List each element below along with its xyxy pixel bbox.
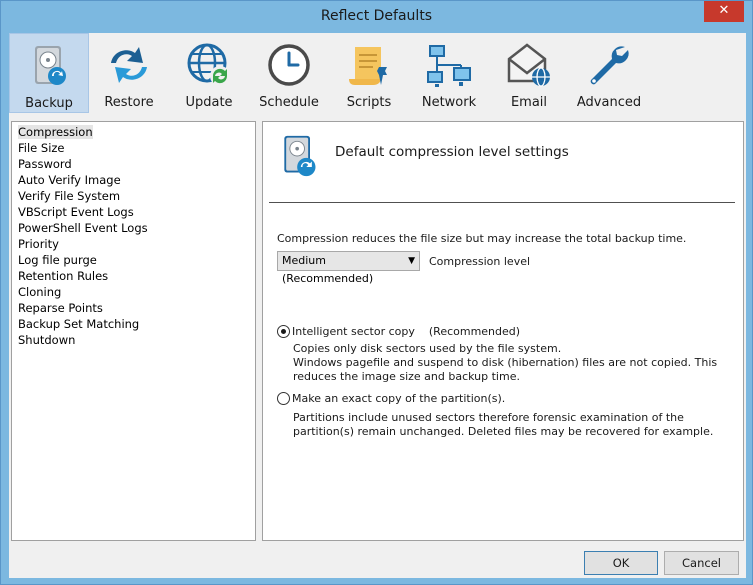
radio-label: Intelligent sector copy xyxy=(292,325,415,338)
tree-item-password[interactable]: Password xyxy=(12,156,255,172)
toolbar-backup[interactable]: Backup xyxy=(9,33,89,113)
toolbar-label: Schedule xyxy=(259,95,319,110)
tree-item-reparse-points[interactable]: Reparse Points xyxy=(12,300,255,316)
toolbar-label: Advanced xyxy=(576,95,642,110)
toolbar-label: Backup xyxy=(25,96,73,111)
dialog-window: Reflect Defaults ✕ Backup Restore Update… xyxy=(0,0,753,585)
tree-item-file-size[interactable]: File Size xyxy=(12,140,255,156)
tree-item-priority[interactable]: Priority xyxy=(12,236,255,252)
email-envelope-icon xyxy=(505,41,553,89)
radio-label: Make an exact copy of the partition(s). xyxy=(292,392,506,405)
backup-disk-icon xyxy=(277,132,321,180)
tree-item-backup-set-matching[interactable]: Backup Set Matching xyxy=(12,316,255,332)
restore-arrows-icon xyxy=(105,41,153,89)
toolbar-update[interactable]: Update xyxy=(169,33,249,113)
toolbar-restore[interactable]: Restore xyxy=(89,33,169,113)
toolbar-label: Network xyxy=(421,95,477,110)
toolbar-label: Scripts xyxy=(346,95,392,110)
tree-item-verify-file-system[interactable]: Verify File System xyxy=(12,188,255,204)
wrench-icon xyxy=(585,41,633,89)
chevron-down-icon: ▼ xyxy=(408,256,415,266)
close-button[interactable]: ✕ xyxy=(704,1,744,22)
panel-title: Default compression level settings xyxy=(335,144,569,160)
tree-item-auto-verify-image[interactable]: Auto Verify Image xyxy=(12,172,255,188)
intelligent-copy-desc-1: Copies only disk sectors used by the fil… xyxy=(293,342,562,355)
toolbar-label: Email xyxy=(510,95,548,110)
toolbar-label: Restore xyxy=(104,95,154,110)
recommended-note: (Recommended) xyxy=(428,325,521,338)
network-icon xyxy=(425,41,473,89)
tree-item-retention-rules[interactable]: Retention Rules xyxy=(12,268,255,284)
tree-item-shutdown[interactable]: Shutdown xyxy=(12,332,255,348)
cancel-button[interactable]: Cancel xyxy=(664,551,739,575)
exact-copy-desc: Partitions include unused sectors theref… xyxy=(293,411,714,438)
radio-button-checked[interactable] xyxy=(277,325,290,338)
compression-description: Compression reduces the file size but ma… xyxy=(277,232,687,245)
panel-divider xyxy=(269,202,735,203)
ok-button[interactable]: OK xyxy=(584,551,658,575)
toolbar-scripts[interactable]: Scripts xyxy=(329,33,409,113)
toolbar-schedule[interactable]: Schedule xyxy=(249,33,329,113)
category-toolbar: Backup Restore Update Schedule Scripts N… xyxy=(9,33,746,115)
script-scroll-icon xyxy=(345,41,393,89)
radio-button[interactable] xyxy=(277,392,290,405)
clock-icon xyxy=(265,41,313,89)
compression-level-value: Medium (Recommended) xyxy=(282,254,374,285)
toolbar-email[interactable]: Email xyxy=(489,33,569,113)
update-globe-icon xyxy=(185,41,233,89)
toolbar-network[interactable]: Network xyxy=(409,33,489,113)
compression-level-select[interactable]: Medium (Recommended) ▼ xyxy=(277,251,420,285)
dialog-client: Backup Restore Update Schedule Scripts N… xyxy=(9,33,746,578)
title-bar: Reflect Defaults ✕ xyxy=(1,1,752,33)
dialog-buttons: OK Cancel xyxy=(9,541,746,578)
settings-tree: Compression File Size Password Auto Veri… xyxy=(11,121,256,541)
tree-item-log-file-purge[interactable]: Log file purge xyxy=(12,252,255,268)
compression-level-label: Compression level xyxy=(429,255,531,268)
intelligent-copy-desc-2: Windows pagefile and suspend to disk (hi… xyxy=(293,356,718,383)
tree-item-vbscript-event-logs[interactable]: VBScript Event Logs xyxy=(12,204,255,220)
window-title: Reflect Defaults xyxy=(320,8,433,24)
toolbar-advanced[interactable]: Advanced xyxy=(569,33,649,113)
radio-intelligent-sector-copy[interactable]: Intelligent sector copy (Recommended) xyxy=(277,325,520,338)
toolbar-label: Update xyxy=(185,95,233,110)
tree-item-compression[interactable]: Compression xyxy=(12,124,255,140)
settings-panel: Default compression level settings Compr… xyxy=(262,121,744,541)
tree-item-powershell-event-logs[interactable]: PowerShell Event Logs xyxy=(12,220,255,236)
radio-exact-copy[interactable]: Make an exact copy of the partition(s). xyxy=(277,392,505,405)
backup-disk-icon xyxy=(25,42,73,90)
tree-item-cloning[interactable]: Cloning xyxy=(12,284,255,300)
